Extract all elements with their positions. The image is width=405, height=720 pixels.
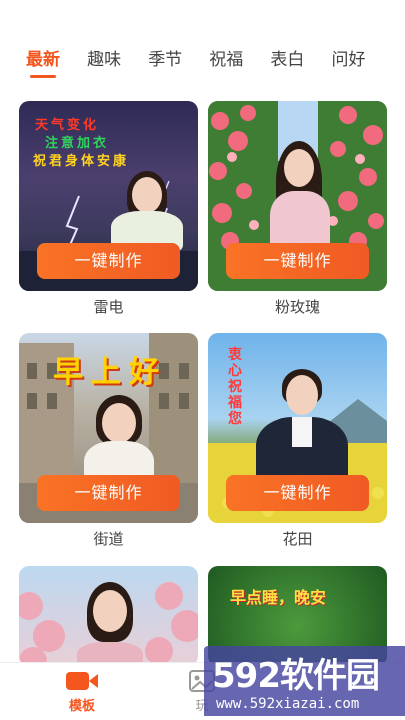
template-card-flower-field[interactable]: 衷心祝福您 一键制作 [208,333,387,523]
nav-templates[interactable]: 模板 [52,669,112,714]
tab-confession[interactable]: 表白 [270,44,304,84]
portrait [107,171,187,251]
video-camera-icon [66,672,98,690]
tab-label: 问好 [331,50,366,70]
card-caption: 粉玫瑰 [274,298,320,316]
template-card-cherry-blossom[interactable] [19,566,198,666]
make-now-button[interactable]: 一键制作 [37,475,180,511]
make-now-button[interactable]: 一键制作 [226,243,369,279]
template-card-pink-rose[interactable]: 一键制作 [208,101,387,291]
tab-label: 祝福 [209,50,244,70]
tab-label: 季节 [148,50,183,70]
watermark-title: 592软件园 [212,656,380,696]
portrait [252,369,352,489]
tab-label: 最新 [26,50,60,70]
watermark-url: www.592xiazai.com [216,696,360,712]
overlay-line-3: 祝君身体安康 [33,154,130,169]
overlay-title: 早点睡，晚安 [230,588,327,607]
tab-label: 表白 [270,50,305,70]
app-screen: 最新 趣味 季节 祝福 表白 问好 天气变化 注意加衣 祝君身体安康 一键制作 … [0,0,405,720]
portrait [260,141,340,251]
overlay-vertical-text: 衷心祝福您 [228,347,242,427]
make-now-button[interactable]: 一键制作 [37,243,180,279]
make-now-button[interactable]: 一键制作 [226,475,369,511]
card-caption: 花田 [282,530,313,548]
overlay-line-2: 注意加衣 [45,136,110,151]
tab-season[interactable]: 季节 [148,44,182,84]
template-card-thunder[interactable]: 天气变化 注意加衣 祝君身体安康 一键制作 [19,101,198,291]
tab-greeting[interactable]: 问好 [331,44,365,84]
nav-label: 模板 [68,699,95,714]
category-tabs: 最新 趣味 季节 祝福 表白 问好 [26,44,405,84]
thumbnail-image [19,566,198,666]
template-card-street[interactable]: 早上好 一键制作 [19,333,198,523]
watermark-logo: 592软件园 www.592xiazai.com [204,646,405,716]
tab-blessing[interactable]: 祝福 [209,44,243,84]
card-caption: 街道 [93,530,124,548]
tab-fun[interactable]: 趣味 [87,44,121,84]
overlay-line-1: 天气变化 [35,118,100,133]
portrait [75,582,145,666]
tab-label: 趣味 [87,50,122,70]
tab-latest[interactable]: 最新 [26,44,60,84]
card-caption: 雷电 [93,298,124,316]
overlay-title: 早上好 [53,355,167,390]
active-tab-underline [30,75,56,78]
